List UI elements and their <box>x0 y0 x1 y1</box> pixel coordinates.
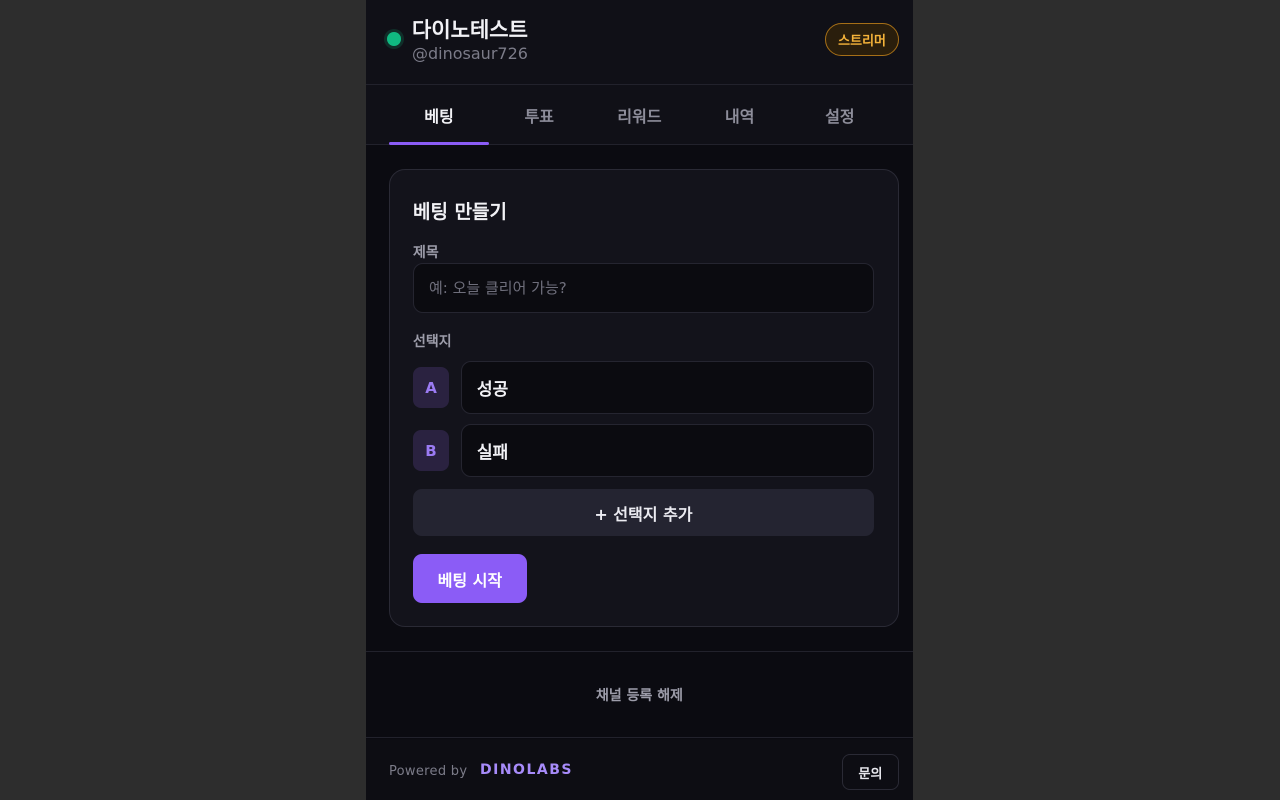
option-row: A <box>413 361 874 414</box>
option-letter-badge: B <box>413 430 449 471</box>
tab-history[interactable]: 내역 <box>690 85 790 144</box>
option-input-b[interactable] <box>461 424 874 477</box>
tab-reward[interactable]: 리워드 <box>589 85 689 144</box>
contact-button[interactable]: 문의 <box>842 754 899 790</box>
tab-bet[interactable]: 베팅 <box>389 85 490 145</box>
title-input[interactable] <box>413 263 874 313</box>
add-option-button[interactable]: + 선택지 추가 <box>413 489 874 536</box>
footer: Powered by DINOLABS 문의 <box>366 739 913 800</box>
tab-settings[interactable]: 설정 <box>790 85 890 144</box>
tab-bar: 베팅 투표 리워드 내역 설정 <box>366 85 913 145</box>
channel-header: 다이노테스트 @dinosaur726 스트리머 <box>366 0 913 85</box>
option-input-a[interactable] <box>461 361 874 414</box>
unregister-section: 채널 등록 해제 <box>366 651 913 738</box>
title-field-label: 제목 <box>413 245 439 261</box>
live-status-icon <box>387 32 401 46</box>
options-label: 선택지 <box>413 334 452 350</box>
extension-panel: 다이노테스트 @dinosaur726 스트리머 베팅 투표 리워드 내역 설정… <box>366 0 913 800</box>
tab-vote[interactable]: 투표 <box>489 85 589 144</box>
card-title: 베팅 만들기 <box>413 201 508 223</box>
option-letter-badge: A <box>413 367 449 408</box>
option-row: B <box>413 424 874 477</box>
dinolabs-logo: DINOLABS <box>480 762 573 778</box>
channel-name: 다이노테스트 <box>412 18 528 42</box>
create-bet-card: 베팅 만들기 제목 선택지 A B + 선택지 추가 베팅 시작 <box>389 169 899 627</box>
start-bet-button[interactable]: 베팅 시작 <box>413 554 527 603</box>
channel-handle: @dinosaur726 <box>412 44 528 63</box>
unregister-channel-link[interactable]: 채널 등록 해제 <box>596 685 683 705</box>
powered-by-text: Powered by <box>389 764 468 779</box>
streamer-badge: 스트리머 <box>825 23 899 56</box>
